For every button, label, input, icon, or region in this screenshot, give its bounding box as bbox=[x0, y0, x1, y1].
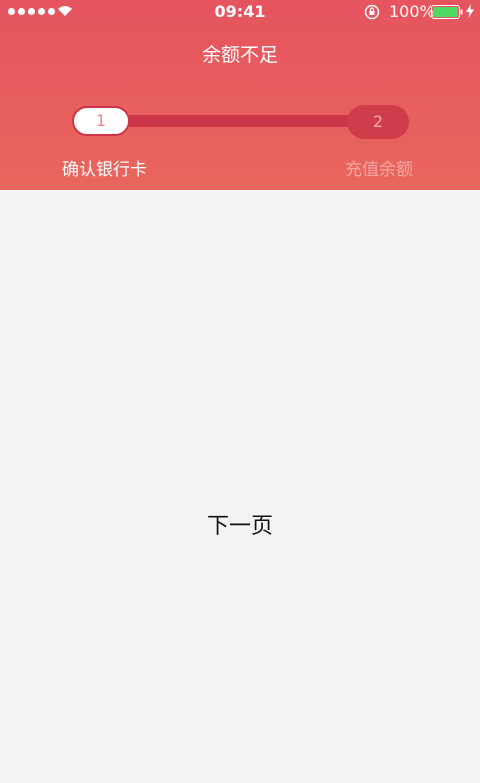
charging-icon bbox=[466, 4, 474, 18]
status-bar: 09:41 100% bbox=[0, 0, 480, 24]
page-title: 余额不足 bbox=[201, 44, 278, 66]
battery-percent: 100% bbox=[389, 2, 435, 21]
step-1-indicator: 1 bbox=[72, 106, 130, 136]
stepper-track bbox=[100, 115, 380, 127]
step-2-indicator: 2 bbox=[347, 105, 409, 139]
header: 09:41 100% 余额不足 1 2 确认银行卡 充值余额 bbox=[0, 0, 480, 190]
rotation-lock-icon bbox=[364, 4, 380, 20]
next-page-button[interactable]: 下一页 bbox=[0, 508, 480, 540]
battery-icon bbox=[431, 5, 463, 19]
step-2-label: 充值余额 bbox=[345, 160, 413, 180]
step-1-label: 确认银行卡 bbox=[62, 160, 147, 180]
